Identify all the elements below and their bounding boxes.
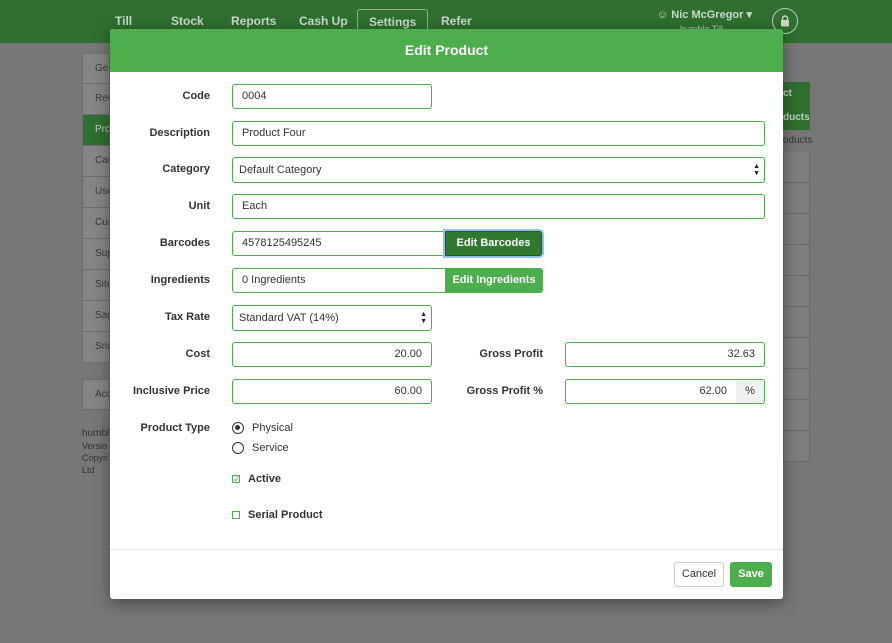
table-row: [783, 152, 810, 183]
tax-rate-label: Tax Rate: [164, 311, 210, 323]
cost-label: Cost: [185, 348, 210, 360]
ingredients-label: Ingredients: [150, 274, 210, 286]
physical-radio-label: Physical: [252, 422, 293, 434]
user-name: Nic McGregor: [671, 9, 744, 21]
table-row: [783, 276, 810, 307]
active-label: Active: [248, 473, 282, 485]
table-row: [783, 431, 810, 462]
service-radio-label: Service: [252, 442, 289, 454]
serial-product-label: Serial Product: [248, 509, 323, 521]
sidebar-item[interactable]: Cus: [82, 208, 110, 239]
unit-label: Unit: [188, 200, 210, 212]
app-info-line: humbl: [82, 428, 110, 439]
sidebar-item[interactable]: Rec: [82, 84, 110, 115]
app-info: humbl Versio Copyri Ltd: [82, 428, 110, 476]
unit-input[interactable]: Each: [232, 194, 765, 219]
app-info-line: Versio: [82, 441, 108, 451]
select-arrows-icon: ▲ ▼: [753, 163, 760, 177]
table-row: [783, 338, 810, 369]
category-value: Default Category: [239, 164, 322, 176]
gross-profit-percent-input[interactable]: 62.00: [565, 379, 737, 404]
description-input[interactable]: Product Four: [232, 121, 765, 146]
inclusive-price-input[interactable]: 60.00: [232, 379, 432, 404]
sidebar-item-products[interactable]: Pro: [82, 115, 110, 146]
sidebar-item[interactable]: Use: [82, 177, 110, 208]
inclusive-price-label: Inclusive Price: [132, 385, 210, 397]
gross-profit-percent-label: Gross Profit %: [466, 385, 543, 397]
background-table: [783, 152, 810, 462]
sidebar-item[interactable]: Gen: [82, 53, 110, 84]
sidebar-item[interactable]: Site: [82, 270, 110, 301]
sidebar-item[interactable]: Sna: [82, 332, 110, 363]
user-icon: ☺: [657, 9, 669, 21]
background-text: oducts: [783, 135, 813, 146]
category-select[interactable]: Default Category ▲ ▼: [232, 157, 765, 183]
tax-rate-value: Standard VAT (14%): [239, 312, 339, 324]
table-row: [783, 369, 810, 400]
gross-profit-input[interactable]: 32.63: [565, 342, 765, 367]
table-row: [783, 245, 810, 276]
serial-product-checkbox[interactable]: [232, 511, 240, 519]
save-button[interactable]: Save: [730, 562, 772, 587]
code-label: Code: [182, 90, 211, 102]
button-line: ducts: [783, 112, 810, 123]
service-radio[interactable]: [232, 442, 244, 454]
cancel-button[interactable]: Cancel: [674, 562, 724, 587]
sidebar-item[interactable]: Cat: [82, 146, 110, 177]
code-input[interactable]: 0004: [232, 84, 432, 109]
active-checkbox[interactable]: ✓: [232, 474, 241, 484]
edit-barcodes-button[interactable]: Edit Barcodes: [445, 231, 542, 256]
category-label: Category: [162, 163, 210, 175]
table-row: [783, 214, 810, 245]
select-arrows-icon: ▲ ▼: [420, 311, 427, 325]
dialog-title: Edit Product: [110, 29, 783, 72]
edit-ingredients-button[interactable]: Edit Ingredients: [445, 268, 543, 293]
sidebar-item[interactable]: Sag: [82, 301, 110, 332]
table-row: [783, 307, 810, 338]
user-menu[interactable]: ☺ Nic McGregor ▾: [657, 8, 752, 21]
settings-sidebar: Gen Rec Pro Cat Use Cus Sup Site Sag Sna…: [82, 53, 110, 410]
check-icon: ✓: [233, 474, 241, 484]
app-info-line: Ltd: [82, 465, 95, 475]
barcodes-input[interactable]: 4578125495245: [232, 231, 446, 256]
percent-addon: %: [736, 379, 765, 404]
tax-rate-select[interactable]: Standard VAT (14%) ▲ ▼: [232, 305, 432, 331]
physical-radio[interactable]: [232, 422, 244, 434]
gross-profit-label: Gross Profit: [479, 348, 543, 360]
description-label: Description: [149, 127, 210, 139]
sidebar-item-account[interactable]: Acc: [82, 379, 110, 410]
ingredients-input[interactable]: 0 Ingredients: [232, 268, 446, 293]
sidebar-item[interactable]: Sup: [82, 239, 110, 270]
table-row: [783, 183, 810, 214]
background-action-button[interactable]: ct ducts: [783, 82, 810, 130]
button-line: ct: [783, 88, 792, 99]
product-type-label: Product Type: [140, 422, 210, 434]
edit-product-dialog: Edit Product Code 0004 Description Produ…: [110, 29, 783, 599]
lock-icon: [781, 15, 789, 27]
caret-down-icon: ▾: [746, 9, 753, 21]
barcodes-label: Barcodes: [159, 237, 210, 249]
cost-input[interactable]: 20.00: [232, 342, 432, 367]
table-row: [783, 400, 810, 431]
app-info-line: Copyri: [82, 453, 109, 463]
